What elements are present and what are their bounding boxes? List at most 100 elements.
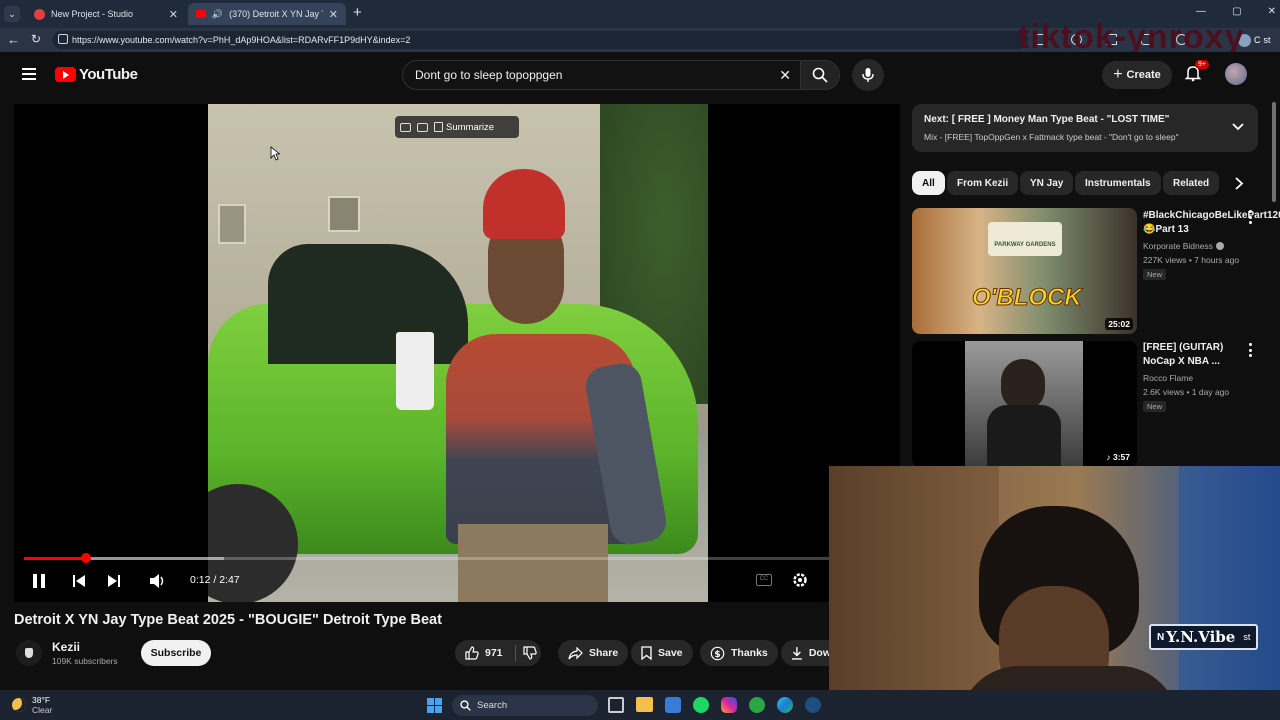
chip-yn-jay[interactable]: YN Jay bbox=[1020, 171, 1074, 195]
summarize-button[interactable]: Summarize bbox=[434, 122, 494, 133]
close-tab-icon[interactable]: ✕ bbox=[329, 8, 338, 21]
close-tab-icon[interactable]: ✕ bbox=[169, 8, 178, 21]
recommendation-thumbnail[interactable]: ♪ 3:57 bbox=[912, 341, 1137, 467]
volume-icon[interactable] bbox=[149, 573, 167, 589]
create-button[interactable]: + Create bbox=[1102, 61, 1172, 89]
reload-icon[interactable]: ↻ bbox=[31, 32, 41, 46]
share-button[interactable]: Share bbox=[558, 640, 629, 666]
search-input[interactable]: Dont go to sleep topoppgen ✕ bbox=[402, 60, 802, 90]
progress-scrubber-handle[interactable] bbox=[81, 553, 91, 563]
recommendation-title[interactable]: #BlackChicagoBeLikePart120😂Part 13 bbox=[1143, 209, 1280, 237]
xbox-icon[interactable] bbox=[749, 697, 765, 713]
save-button[interactable]: Save bbox=[631, 640, 693, 666]
screenshot-icon[interactable] bbox=[400, 122, 411, 132]
garage-window bbox=[328, 196, 360, 232]
more-options-icon[interactable] bbox=[1249, 210, 1253, 224]
taskbar-search[interactable]: Search bbox=[452, 695, 598, 716]
youtube-favicon-icon bbox=[196, 10, 206, 18]
recommendation-thumbnail[interactable]: PARKWAY GARDENS O'BLOCK 25:02 bbox=[912, 208, 1137, 334]
voice-search-button[interactable] bbox=[852, 59, 884, 91]
chip-all[interactable]: All bbox=[912, 171, 945, 195]
moon-icon bbox=[12, 698, 26, 712]
capture-icon[interactable] bbox=[417, 122, 428, 132]
more-options-icon[interactable] bbox=[1249, 343, 1253, 357]
recommendation-title[interactable]: [FREE] (GUITAR) NoCap X NBA ... bbox=[1143, 341, 1255, 369]
steam-icon[interactable] bbox=[805, 697, 821, 713]
scrollbar-thumb[interactable] bbox=[1272, 102, 1276, 202]
channel-avatar[interactable] bbox=[16, 640, 42, 666]
edge-icon[interactable] bbox=[777, 697, 793, 713]
up-next-subtitle: Mix - [FREE] TopOppGen x Fattmack type b… bbox=[924, 132, 1179, 142]
back-arrow-icon[interactable]: ← bbox=[7, 32, 20, 47]
download-label: Dow bbox=[808, 647, 831, 659]
url-text: https://www.youtube.com/watch?v=PhH_dAp9… bbox=[72, 35, 411, 45]
chip-from-kezii[interactable]: From Kezii bbox=[947, 171, 1019, 195]
share-icon bbox=[568, 646, 583, 659]
new-tab-button[interactable]: + bbox=[353, 4, 362, 21]
youtube-play-icon bbox=[55, 67, 76, 82]
video-player[interactable]: Summarize 0:12 / 2:47 CC bbox=[14, 104, 900, 602]
store-icon[interactable] bbox=[665, 697, 681, 713]
channel-name: Korporate Bidness bbox=[1143, 241, 1213, 251]
thanks-button[interactable]: $ Thanks bbox=[700, 640, 778, 666]
subscribe-button[interactable]: Subscribe bbox=[141, 640, 211, 666]
account-avatar[interactable] bbox=[1225, 63, 1247, 85]
notification-count-badge: 9+ bbox=[1195, 60, 1209, 69]
recommendation-channel[interactable]: Rocco Flame bbox=[1143, 371, 1193, 385]
spotify-icon[interactable] bbox=[693, 697, 709, 713]
youtube-logo-text: YouTube bbox=[79, 66, 138, 83]
studio-favicon-icon bbox=[34, 8, 45, 20]
thumbs-up-icon bbox=[465, 646, 479, 660]
previous-icon[interactable] bbox=[72, 574, 86, 588]
webcam-tag: N Y.N.Vibe st bbox=[1149, 624, 1259, 650]
share-label: Share bbox=[589, 647, 619, 659]
microphone-icon bbox=[862, 68, 874, 82]
youtube-logo[interactable]: YouTube bbox=[55, 66, 138, 83]
instagram-icon[interactable] bbox=[721, 697, 737, 713]
tab-list-chevron-icon[interactable]: ⌄ bbox=[4, 6, 20, 22]
tag-text: Y.N.Vibe bbox=[1166, 628, 1236, 646]
hamburger-menu-icon[interactable] bbox=[22, 68, 36, 80]
profile-initial: C bbox=[1254, 35, 1261, 45]
tab-label: (370) Detroit X YN Jay Type B bbox=[229, 9, 323, 19]
chip-instrumentals[interactable]: Instrumentals bbox=[1075, 171, 1161, 195]
chevron-down-icon[interactable] bbox=[1232, 123, 1244, 131]
recommendation-meta: 2.6K views • 1 day ago bbox=[1143, 387, 1230, 397]
video-title: Detroit X YN Jay Type Beat 2025 - "BOUGI… bbox=[14, 612, 442, 628]
search-button[interactable] bbox=[800, 60, 840, 90]
next-icon[interactable] bbox=[107, 574, 121, 588]
tab-studio[interactable]: New Project - Studio ✕ bbox=[26, 3, 186, 25]
close-window-icon[interactable]: ✕ bbox=[1268, 6, 1276, 22]
pause-icon[interactable] bbox=[33, 574, 45, 588]
notifications-button[interactable]: 9+ bbox=[1184, 60, 1209, 84]
settings-gear-icon[interactable] bbox=[792, 572, 808, 588]
red-beanie bbox=[483, 169, 565, 239]
weather-widget[interactable]: 38°F Clear bbox=[12, 695, 52, 715]
thumb-photo bbox=[965, 341, 1083, 467]
subscriber-count: 109K subscribers bbox=[52, 656, 118, 666]
url-field[interactable]: https://www.youtube.com/watch?v=PhH_dAp9… bbox=[52, 31, 1028, 49]
clear-search-icon[interactable]: ✕ bbox=[779, 67, 791, 84]
video-frame[interactable]: Summarize bbox=[208, 104, 708, 602]
recommendation-meta: 227K views • 7 hours ago bbox=[1143, 255, 1240, 265]
start-button[interactable] bbox=[427, 698, 442, 713]
taskbar-apps bbox=[608, 697, 821, 713]
chevron-right-icon[interactable] bbox=[1235, 177, 1244, 190]
thumbs-down-icon[interactable] bbox=[523, 646, 537, 660]
recommendation-channel[interactable]: Korporate Bidness bbox=[1143, 239, 1224, 253]
captions-icon[interactable]: CC bbox=[756, 574, 772, 586]
file-explorer-icon[interactable] bbox=[636, 697, 653, 712]
audio-playing-icon[interactable]: 🔊 bbox=[212, 9, 223, 20]
tab-youtube[interactable]: 🔊 (370) Detroit X YN Jay Type B ✕ bbox=[188, 3, 346, 25]
site-info-icon[interactable] bbox=[58, 34, 68, 44]
like-count: 971 bbox=[485, 647, 503, 659]
download-icon bbox=[791, 647, 802, 660]
plus-icon: + bbox=[1113, 66, 1123, 83]
task-view-icon[interactable] bbox=[608, 697, 624, 713]
progress-bar[interactable] bbox=[24, 553, 890, 563]
mouse-cursor-icon bbox=[270, 146, 280, 161]
chip-related[interactable]: Related bbox=[1163, 171, 1220, 195]
up-next-panel[interactable]: Next: [ FREE ] Money Man Type Beat - "LO… bbox=[912, 104, 1258, 152]
channel-name[interactable]: Kezii bbox=[52, 640, 80, 654]
progress-played bbox=[24, 557, 86, 560]
